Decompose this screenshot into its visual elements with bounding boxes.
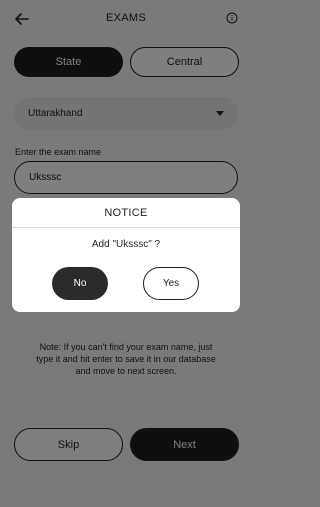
dialog-message: Add "Uksssc" ? (91, 239, 161, 250)
yes-button[interactable]: Yes (143, 267, 199, 300)
no-button[interactable]: No (52, 267, 108, 300)
notice-dialog: NOTICE Add "Uksssc" ? No Yes (12, 198, 240, 312)
dialog-title: NOTICE (12, 198, 240, 228)
